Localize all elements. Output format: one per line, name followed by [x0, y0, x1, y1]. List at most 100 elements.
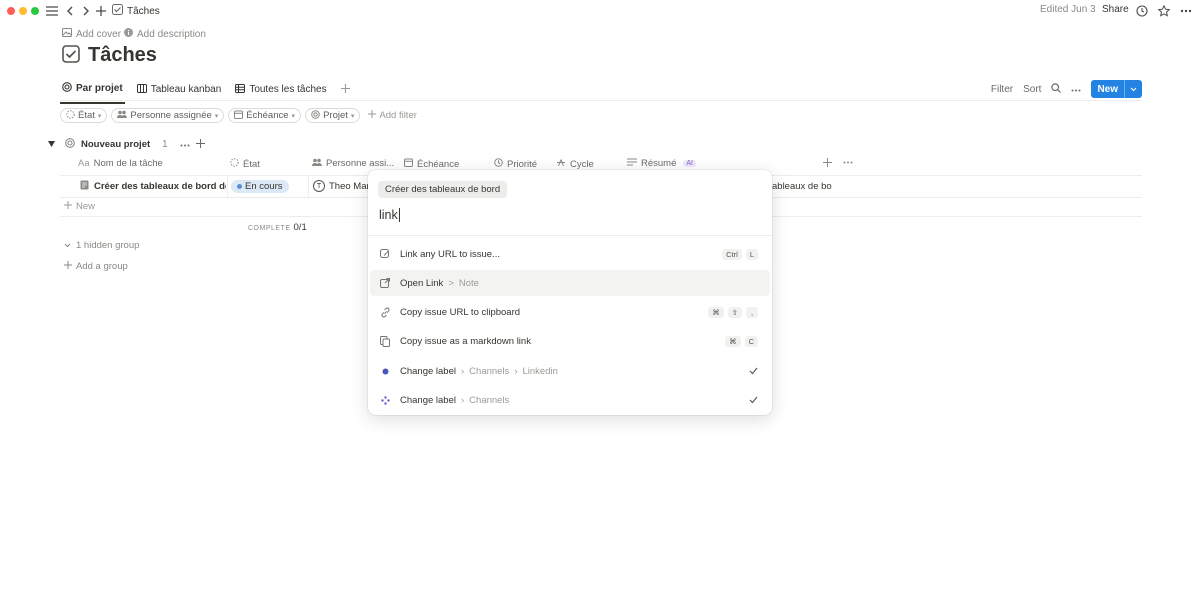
more-options-icon[interactable] — [1071, 84, 1081, 95]
target-icon — [311, 109, 320, 122]
group-header: Nouveau projet 1 — [48, 138, 205, 151]
more-options-icon[interactable] — [843, 161, 853, 164]
column-label: État — [243, 158, 260, 170]
column-label: Priorité — [507, 158, 538, 170]
column-label: Échéance — [417, 158, 460, 170]
plus-icon[interactable] — [195, 138, 205, 151]
column-header-echeance[interactable]: Échéance — [404, 158, 459, 170]
minimize-window-button[interactable] — [19, 7, 27, 15]
tab-label: Tableau kanban — [150, 84, 222, 95]
command-open-link[interactable]: Open Link > Note — [370, 270, 770, 296]
collapse-triangle-icon[interactable] — [48, 139, 55, 150]
kbd-key: L — [745, 248, 758, 260]
chevron-right-icon: › — [514, 365, 518, 377]
filter-etat[interactable]: État ▾ — [60, 108, 108, 123]
column-divider — [308, 176, 309, 197]
status-cell[interactable]: En cours — [231, 180, 289, 193]
tab-label: Par projet — [76, 83, 123, 94]
kbd-key: ⌘ — [708, 306, 724, 318]
forward-arrow-icon[interactable] — [78, 3, 94, 19]
summary-cell[interactable]: ableaux de bo — [772, 181, 832, 192]
column-header-resume[interactable]: Résumé AI — [627, 158, 696, 169]
share-button[interactable]: Share — [1102, 4, 1129, 15]
status-icon — [66, 109, 75, 122]
table-row[interactable]: Créer des tableaux de bord de c — [80, 180, 226, 193]
sidebar-menu-icon[interactable] — [44, 3, 60, 19]
add-column-button[interactable] — [823, 158, 832, 167]
close-window-button[interactable] — [7, 7, 15, 15]
label-group-icon — [370, 395, 400, 405]
task-name[interactable]: Créer des tableaux de bord de c — [94, 181, 226, 192]
command-change-label-linkedin[interactable]: Change label › Channels › Linkedin — [370, 358, 770, 384]
new-row-button[interactable]: New — [64, 201, 95, 212]
column-header-name[interactable]: Aa Nom de la tâche — [78, 158, 163, 169]
chevron-down-icon[interactable] — [1124, 80, 1142, 98]
command-label: Change label — [400, 394, 456, 406]
column-label: Personne assi... — [326, 158, 395, 169]
assignee-cell[interactable]: T Theo Mar — [313, 180, 370, 192]
plus-icon — [64, 201, 72, 212]
command-copy-markdown[interactable]: Copy issue as a markdown link ⌘ C — [370, 328, 770, 354]
new-row-label: New — [76, 201, 96, 212]
command-label: Link any URL to issue... — [400, 248, 500, 260]
filter-projet[interactable]: Projet ▾ — [305, 108, 361, 123]
chevron-down-icon: ▾ — [214, 112, 219, 120]
filter-button[interactable]: Filter — [991, 84, 1013, 95]
document-icon — [80, 180, 89, 193]
filter-label: Projet — [323, 110, 348, 121]
command-copy-url[interactable]: Copy issue URL to clipboard ⌘ ⇧ , — [370, 299, 770, 325]
markdown-copy-icon — [370, 335, 400, 347]
command-label: Copy issue as a markdown link — [400, 335, 531, 347]
plus-icon[interactable] — [93, 3, 109, 19]
command-path-1: Channels — [469, 365, 510, 377]
text-cursor — [398, 208, 400, 222]
tab-label: Toutes les tâches — [249, 84, 327, 95]
column-header-cycle[interactable]: Cycle — [556, 158, 594, 170]
column-divider — [227, 176, 228, 197]
back-arrow-icon[interactable] — [62, 3, 78, 19]
plus-icon — [368, 110, 377, 121]
status-badge[interactable]: En cours — [231, 180, 289, 193]
sort-button[interactable]: Sort — [1023, 84, 1041, 95]
calendar-icon — [234, 110, 244, 122]
tabs-divider — [60, 100, 1142, 101]
column-header-priorite[interactable]: Priorité — [494, 158, 537, 170]
column-header-personne[interactable]: Personne assi... — [312, 158, 394, 169]
maximize-window-button[interactable] — [31, 7, 39, 15]
chevron-right-icon: › — [461, 394, 465, 406]
status-label: En cours — [245, 181, 283, 192]
command-palette: Créer des tableaux de bord link Link any… — [368, 170, 772, 415]
filter-label: Personne assignée — [130, 110, 212, 121]
new-button[interactable]: New — [1091, 80, 1142, 98]
complete-value: 0/1 — [293, 222, 307, 233]
cycle-icon — [556, 158, 566, 170]
palette-divider — [368, 235, 772, 236]
more-options-icon[interactable] — [1178, 3, 1194, 19]
table-icon — [235, 83, 246, 96]
complete-summary: COMPLETE 0/1 — [248, 222, 307, 233]
checkbox-page-icon — [112, 4, 123, 18]
command-link-url[interactable]: Link any URL to issue... Ctrl L — [370, 241, 770, 267]
history-clock-icon[interactable] — [1134, 3, 1150, 19]
add-cover-button[interactable]: Add cover — [62, 28, 121, 40]
star-icon[interactable] — [1156, 3, 1172, 19]
search-icon[interactable] — [1051, 82, 1062, 96]
command-search-input[interactable]: link — [379, 208, 400, 222]
command-change-label-channels[interactable]: Change label › Channels — [370, 387, 770, 413]
column-header-etat[interactable]: État — [230, 158, 260, 170]
more-options-icon[interactable] — [180, 139, 190, 150]
hidden-group-toggle[interactable]: 1 hidden group — [64, 240, 139, 251]
group-name[interactable]: Nouveau projet — [81, 139, 150, 150]
priority-icon — [494, 158, 503, 170]
filter-echeance[interactable]: Échéance ▾ — [228, 108, 302, 123]
add-description-button[interactable]: Add description — [124, 28, 206, 40]
filter-label: État — [78, 110, 95, 121]
target-icon — [65, 138, 75, 151]
add-filter-button[interactable]: Add filter — [368, 110, 417, 121]
shortcut: ⌘ C — [725, 335, 758, 347]
add-group-button[interactable]: Add a group — [64, 261, 128, 272]
board-icon — [136, 83, 147, 96]
breadcrumb[interactable]: Tâches — [112, 4, 160, 18]
command-path-1: Channels — [469, 394, 510, 406]
filter-personne-assignee[interactable]: Personne assignée ▾ — [111, 108, 225, 123]
